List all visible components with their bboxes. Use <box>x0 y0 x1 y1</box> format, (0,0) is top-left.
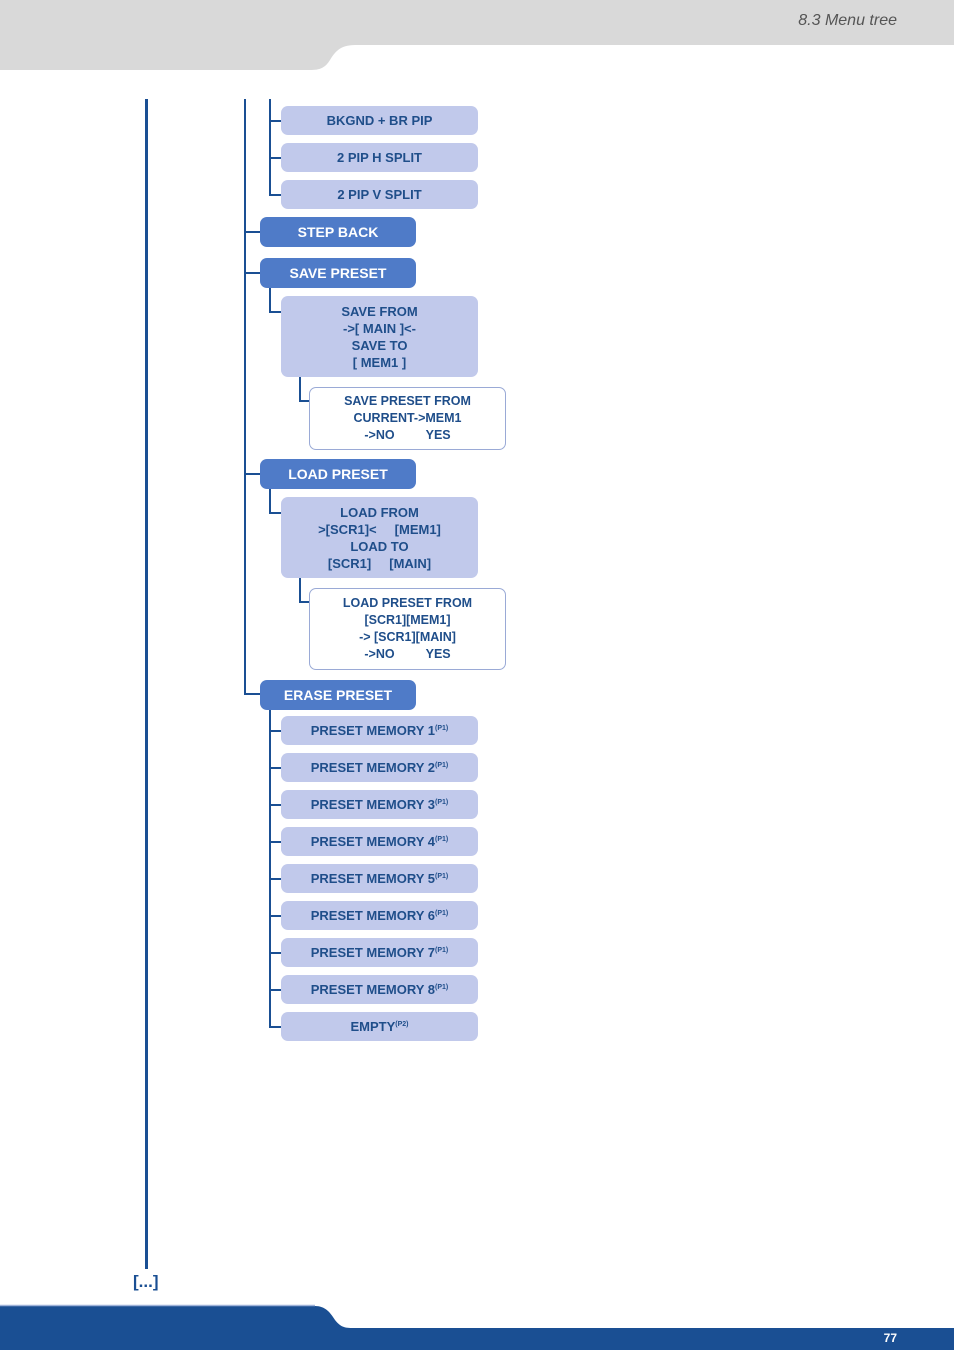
erase-item-4[interactable]: PRESET MEMORY 4(P1) <box>281 827 478 856</box>
erase-item-label: PRESET MEMORY 8 <box>310 982 435 997</box>
erase-item-6[interactable]: PRESET MEMORY 6(P1) <box>281 901 478 930</box>
connector <box>269 489 271 513</box>
connector <box>244 693 260 695</box>
erase-branch-line <box>269 709 271 1026</box>
menu-item-2-pip-h-split[interactable]: 2 PIP H SPLIT <box>281 143 478 172</box>
connector <box>299 601 309 603</box>
erase-item-1[interactable]: PRESET MEMORY 1(P1) <box>281 716 478 745</box>
connector <box>299 376 301 402</box>
erase-item-text: PRESET MEMORY 8(P1) <box>311 982 448 997</box>
erase-item-text: PRESET MEMORY 5(P1) <box>311 871 448 886</box>
erase-item-text: PRESET MEMORY 6(P1) <box>311 908 448 923</box>
connector <box>269 194 281 196</box>
connector <box>269 288 271 312</box>
section-title: 8.3 Menu tree <box>798 12 897 29</box>
layout-branch-line <box>269 99 271 195</box>
connector <box>299 577 301 603</box>
erase-item-label: PRESET MEMORY 3 <box>310 797 435 812</box>
menu-erase-preset[interactable]: ERASE PRESET <box>260 680 416 710</box>
connector <box>244 231 260 233</box>
erase-item-7[interactable]: PRESET MEMORY 7(P1) <box>281 938 478 967</box>
erase-item-label: PRESET MEMORY 7 <box>310 945 435 960</box>
footnote-marker: (P1) <box>435 873 449 880</box>
erase-item-text: PRESET MEMORY 7(P1) <box>311 945 448 960</box>
erase-item-9[interactable]: EMPTY(P2) <box>281 1012 478 1041</box>
menu-step-back[interactable]: STEP BACK <box>260 217 416 247</box>
erase-item-label: PRESET MEMORY 5 <box>310 871 435 886</box>
connector <box>244 272 260 274</box>
connector <box>269 767 281 769</box>
load-preset-confirm[interactable]: LOAD PRESET FROM [SCR1][MEM1] -> [SCR1][… <box>309 588 506 670</box>
footnote-marker: (P1) <box>435 984 449 991</box>
connector <box>244 473 260 475</box>
erase-item-label: EMPTY <box>350 1019 396 1034</box>
erase-item-label: PRESET MEMORY 1 <box>310 723 435 738</box>
connector <box>269 878 281 880</box>
erase-item-text: PRESET MEMORY 3(P1) <box>311 797 448 812</box>
connector <box>269 952 281 954</box>
connector <box>269 915 281 917</box>
trunk-line <box>244 99 246 694</box>
menu-item-bkgnd-br-pip[interactable]: BKGND + BR PIP <box>281 106 478 135</box>
footnote-marker: (P1) <box>435 947 449 954</box>
connector <box>269 730 281 732</box>
page-number: 77 <box>883 1331 897 1345</box>
connector <box>269 1026 281 1028</box>
erase-item-text: EMPTY(P2) <box>350 1019 408 1034</box>
continuation-marker: [...] <box>133 1272 159 1291</box>
erase-item-text: PRESET MEMORY 2(P1) <box>311 760 448 775</box>
footnote-marker: (P1) <box>435 799 449 806</box>
footnote-marker: (P1) <box>435 725 449 732</box>
footnote-marker: (P1) <box>435 910 449 917</box>
erase-item-8[interactable]: PRESET MEMORY 8(P1) <box>281 975 478 1004</box>
connector <box>269 311 281 313</box>
connector <box>269 804 281 806</box>
erase-item-3[interactable]: PRESET MEMORY 3(P1) <box>281 790 478 819</box>
menu-item-2-pip-v-split[interactable]: 2 PIP V SPLIT <box>281 180 478 209</box>
erase-item-text: PRESET MEMORY 1(P1) <box>311 723 448 738</box>
menu-save-preset[interactable]: SAVE PRESET <box>260 258 416 288</box>
connector <box>269 841 281 843</box>
connector <box>299 400 309 402</box>
footnote-marker: (P1) <box>435 836 449 843</box>
save-preset-dialog[interactable]: SAVE FROM ->[ MAIN ]<- SAVE TO [ MEM1 ] <box>281 296 478 377</box>
connector <box>269 157 281 159</box>
erase-item-2[interactable]: PRESET MEMORY 2(P1) <box>281 753 478 782</box>
main-tree-line <box>145 99 148 1269</box>
header-band <box>0 0 954 70</box>
erase-item-label: PRESET MEMORY 6 <box>310 908 435 923</box>
connector <box>269 989 281 991</box>
load-preset-dialog[interactable]: LOAD FROM >[SCR1]< [MEM1] LOAD TO [SCR1]… <box>281 497 478 578</box>
erase-item-label: PRESET MEMORY 4 <box>310 834 435 849</box>
footer-band <box>0 1304 954 1350</box>
save-preset-confirm[interactable]: SAVE PRESET FROM CURRENT->MEM1 ->NO YES <box>309 387 506 450</box>
footnote-marker: (P2) <box>395 1021 409 1028</box>
erase-item-5[interactable]: PRESET MEMORY 5(P1) <box>281 864 478 893</box>
erase-item-text: PRESET MEMORY 4(P1) <box>311 834 448 849</box>
footnote-marker: (P1) <box>435 762 449 769</box>
menu-load-preset[interactable]: LOAD PRESET <box>260 459 416 489</box>
connector <box>269 512 281 514</box>
connector <box>269 120 281 122</box>
erase-item-label: PRESET MEMORY 2 <box>310 760 435 775</box>
